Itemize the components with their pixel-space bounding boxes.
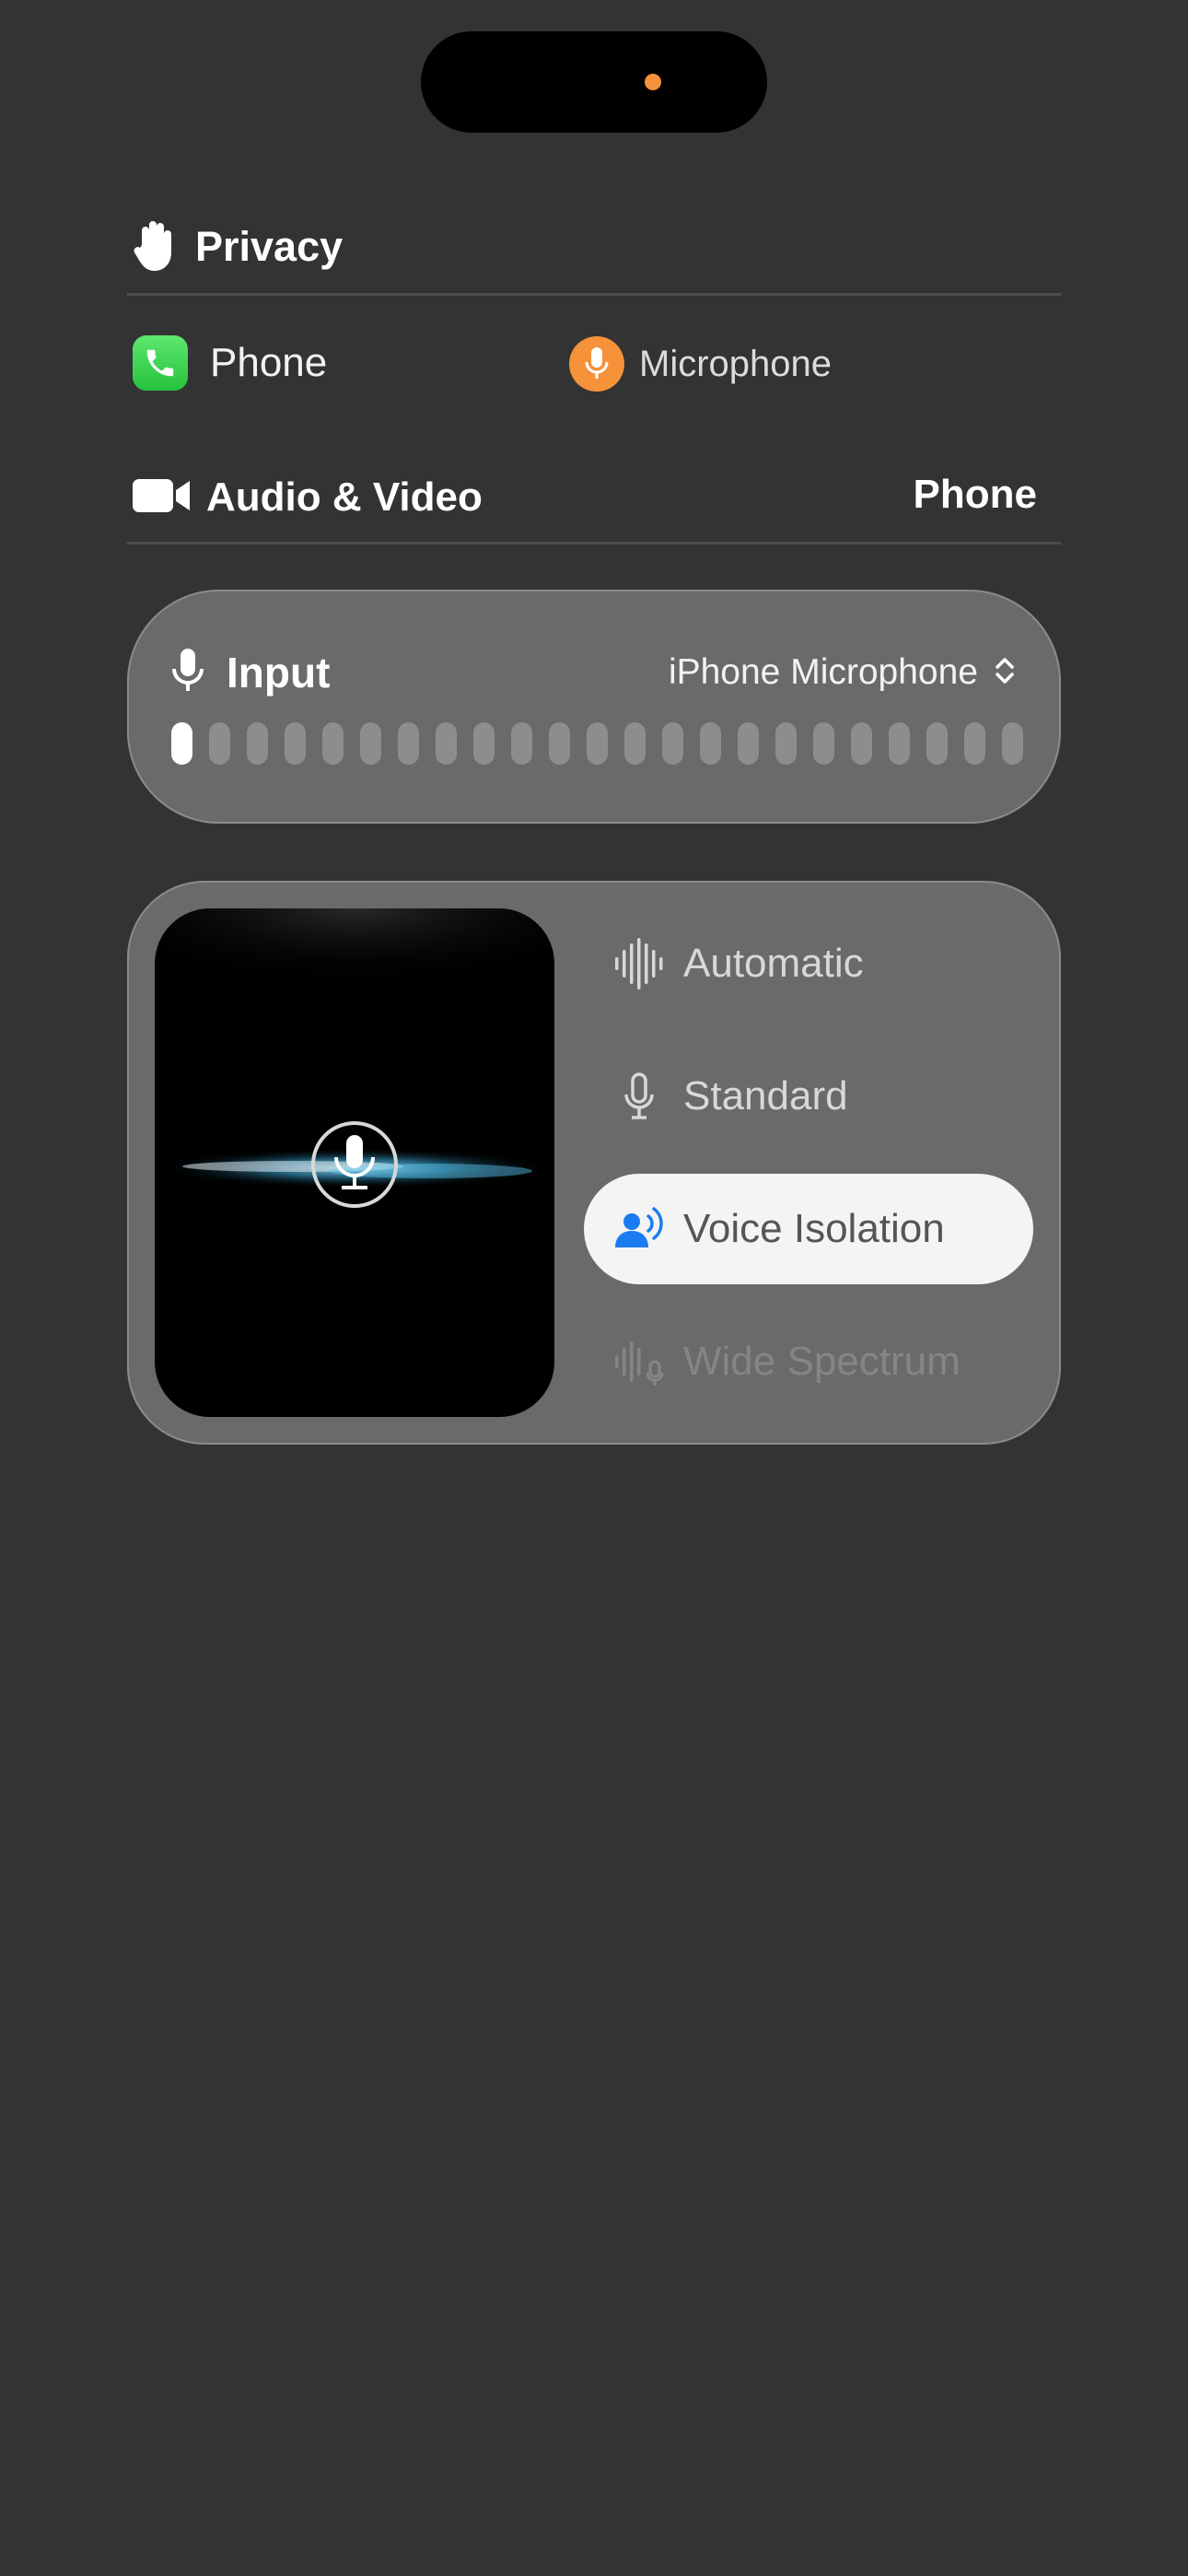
microphone-icon [569,336,624,392]
input-device-name: iPhone Microphone [668,652,978,692]
level-meter-segment [285,722,306,765]
microphone-icon [171,647,204,699]
level-meter-segment [624,722,646,765]
level-meter-segment [813,722,834,765]
mic-mode-preview [155,908,554,1417]
level-meter-segment [247,722,268,765]
dynamic-island [421,31,767,133]
level-meter-segment [549,722,570,765]
level-meter-segment [851,722,872,765]
waveform-icon [611,936,667,991]
audio-video-label: Audio & Video [206,474,483,520]
mic-mode-label: Automatic [683,941,864,986]
mic-mode-option[interactable]: Voice Isolation [584,1174,1033,1284]
microphone-icon [611,1069,667,1124]
hand-icon [133,217,177,277]
input-header: Input [171,645,330,700]
level-meter-segment [209,722,230,765]
level-meter-segment [171,722,192,765]
waveform-mic-icon [611,1334,667,1389]
level-meter-segment [926,722,948,765]
active-app-row[interactable]: Phone [133,334,327,392]
level-meter-segment [511,722,532,765]
active-app-name: Phone [210,340,328,385]
level-meter-segment [587,722,608,765]
microphone-usage-indicator: Microphone [569,335,832,392]
chevron-up-down-icon [995,656,1015,690]
recording-indicator-dot [645,74,661,90]
input-label: Input [227,649,331,697]
level-meter-segment [436,722,457,765]
level-meter-segment [964,722,985,765]
video-camera-icon [133,477,192,519]
level-meter-segment [889,722,910,765]
input-device-selector[interactable]: iPhone Microphone [669,647,1015,698]
level-meter-segment [322,722,344,765]
privacy-label: Privacy [195,223,344,270]
level-meter-segment [738,722,759,765]
mic-mode-list: Automatic Standard Voice Isolation Wide Spe… [584,908,1033,1439]
privacy-header: Privacy [133,214,343,280]
level-meter-segment [700,722,721,765]
level-meter-segment [1002,722,1023,765]
phone-app-icon [133,335,188,391]
person-wave-icon [611,1201,667,1257]
divider [127,542,1061,544]
audio-video-app: Phone [913,472,1037,517]
mic-mode-label: Voice Isolation [683,1206,945,1251]
divider [127,293,1061,296]
mic-mode-label: Wide Spectrum [683,1339,961,1384]
mic-mode-card: Automatic Standard Voice Isolation Wide Spe… [127,881,1061,1445]
level-meter-segment [398,722,419,765]
mic-mode-label: Standard [683,1073,848,1118]
level-meter-segment [360,722,381,765]
microphone-label: Microphone [639,343,833,384]
mic-mode-option[interactable]: Automatic [584,908,1033,1019]
audio-video-header: Audio & Video [133,468,483,527]
input-level-meter [171,722,1023,765]
input-card: Input iPhone Microphone [127,590,1061,824]
level-meter-segment [775,722,797,765]
level-meter-segment [473,722,495,765]
mic-mode-option[interactable]: Standard [584,1041,1033,1152]
mic-mode-option: Wide Spectrum [584,1306,1033,1417]
level-meter-segment [662,722,683,765]
